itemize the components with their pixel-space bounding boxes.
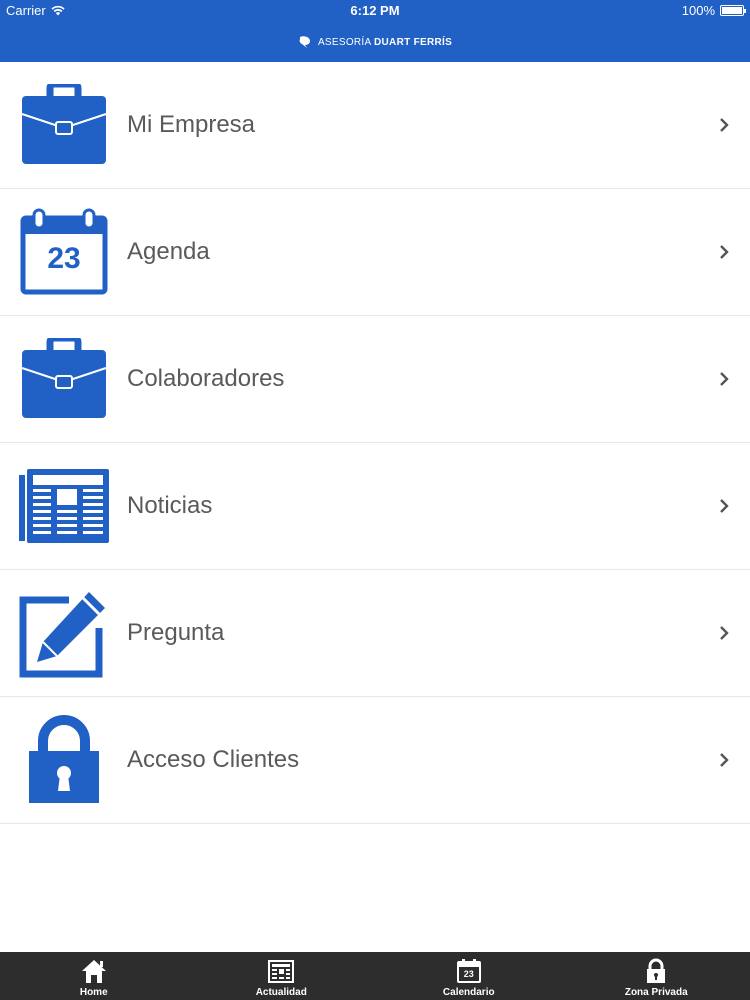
menu-item-pregunta[interactable]: Pregunta [0,570,750,697]
menu-item-acceso-clientes[interactable]: Acceso Clientes [0,697,750,824]
calendar-day: 23 [463,969,474,979]
menu-item-agenda[interactable]: 23 Agenda [0,189,750,316]
menu-item-label: Pregunta [127,619,225,646]
tab-actualidad[interactable]: Actualidad [188,952,376,1000]
lock-icon [18,714,110,806]
chevron-right-icon [720,372,729,386]
brand-name: ASESORÍA DUART FERRÍS [318,37,452,48]
main-menu: Mi Empresa 23 Agenda Colaboradores Notic… [0,62,750,824]
menu-item-label: Agenda [127,238,210,265]
newspaper-icon [18,460,110,552]
edit-icon [18,587,110,679]
menu-item-label: Colaboradores [127,365,285,392]
menu-item-noticias[interactable]: Noticias [0,443,750,570]
tab-calendario[interactable]: 23 Calendario [375,952,563,1000]
tab-home[interactable]: Home [0,952,188,1000]
lock-icon [647,958,666,983]
menu-item-label: Acceso Clientes [127,746,300,773]
briefcase-icon [18,79,110,171]
menu-item-label: Mi Empresa [127,111,256,138]
battery-indicator: 100% [681,3,746,18]
menu-item-label: Noticias [127,492,213,519]
calendar-day: 23 [47,242,81,275]
brand-logo-icon [299,36,310,48]
menu-item-mi-empresa[interactable]: Mi Empresa [0,62,750,189]
chevron-right-icon [720,245,729,259]
brand-name-light: ASESORÍA [317,36,371,48]
battery-icon [720,5,746,16]
tab-label: Home [79,987,108,998]
home-icon [81,960,106,983]
menu-item-colaboradores[interactable]: Colaboradores [0,316,750,443]
tab-label: Calendario [442,987,495,998]
chevron-right-icon [720,499,729,513]
chevron-right-icon [720,753,729,767]
header-bar: ASESORÍA DUART FERRÍS [0,22,750,62]
chevron-right-icon [720,626,729,640]
tab-zona-privada[interactable]: Zona Privada [563,952,750,1000]
tab-bar: Home Actualidad 23 Calendario Zona Priva… [0,952,750,1000]
clock: 6:12 PM [350,3,400,18]
calendar-icon: 23 [455,957,483,985]
status-bar: Carrier 6:12 PM 100% [0,0,750,22]
battery-percentage: 100% [681,3,715,18]
briefcase-icon [18,333,110,425]
brand-name-bold: DUART FERRÍS [374,36,453,48]
tab-label: Zona Privada [624,987,688,998]
calendar-icon: 23 [18,206,110,298]
tab-label: Actualidad [255,987,307,998]
newspaper-icon [268,960,295,983]
chevron-right-icon [720,118,729,132]
